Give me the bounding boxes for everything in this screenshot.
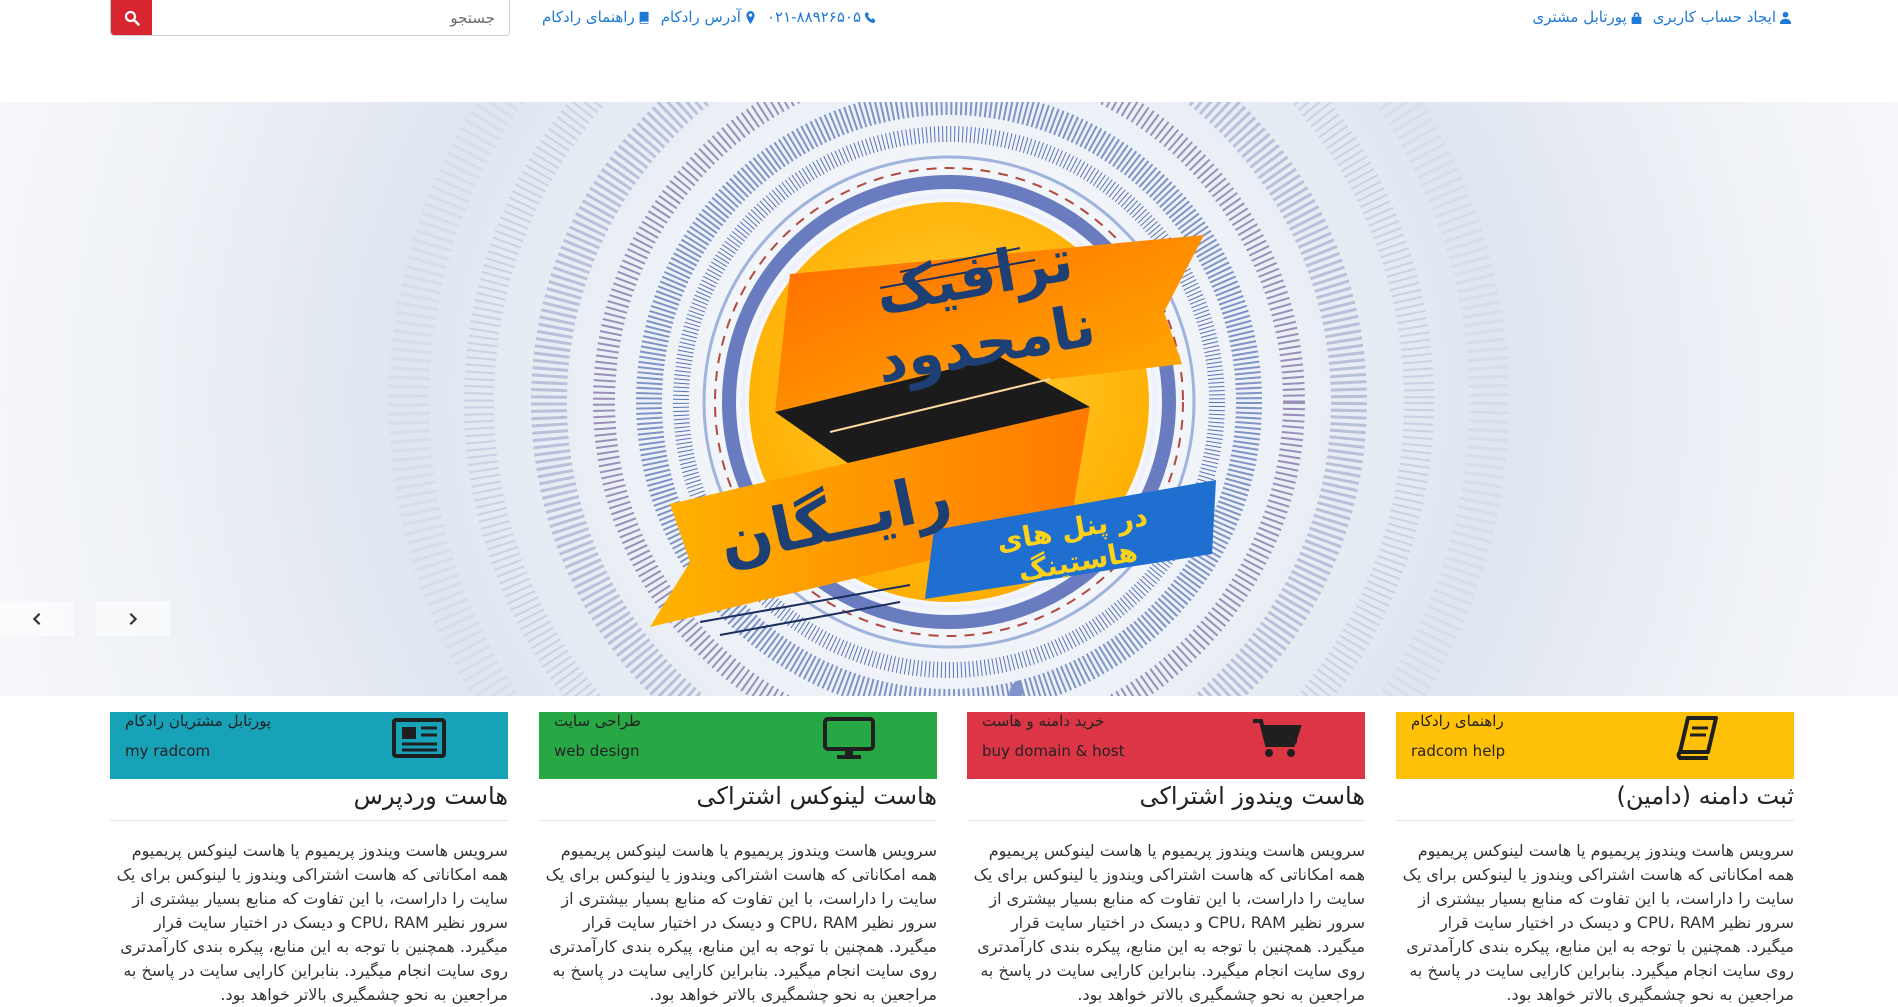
user-icon	[1779, 11, 1792, 24]
contact-links: راهنمای رادکام آدرس رادکام ۰۲۱-۸۸۹۲۶۵۰۵	[542, 8, 877, 26]
column-title: هاست ویندوز اشتراکی	[967, 776, 1365, 821]
chevron-right-icon	[129, 612, 138, 625]
book-icon	[1676, 716, 1718, 760]
account-links: پورتابل مشتری ایجاد حساب کاربری	[1533, 8, 1793, 26]
column-domain-registration: ثبت دامنه (دامین) سرویس هاست ویندوز پریم…	[1396, 776, 1794, 1007]
tile-title: طراحی سایت	[554, 712, 641, 730]
search-box	[110, 0, 510, 36]
tile-web-design[interactable]: طراحی سایت web design	[539, 712, 937, 779]
column-title: هاست لینوکس اشتراکی	[539, 776, 937, 821]
tile-title: راهنمای رادکام	[1411, 712, 1504, 730]
phone-icon	[864, 11, 876, 23]
map-marker-icon	[746, 10, 755, 24]
tile-subtitle: web design	[554, 742, 640, 760]
lock-icon	[1631, 11, 1642, 24]
tile-customer-portal[interactable]: پورتابل مشتریان رادکام my radcom	[110, 712, 508, 779]
tile-title: پورتابل مشتریان رادکام	[125, 712, 272, 730]
tile-buy-domain-host[interactable]: خرید دامنه و هاست buy domain & host	[967, 712, 1365, 779]
search-button[interactable]	[111, 0, 152, 35]
search-input[interactable]	[152, 0, 509, 35]
tile-subtitle: my radcom	[125, 742, 211, 760]
slider-next-button[interactable]	[96, 601, 170, 636]
create-account-label: ایجاد حساب کاربری	[1652, 8, 1776, 26]
slider-prev-button[interactable]	[0, 601, 74, 636]
chevron-left-icon	[32, 612, 41, 625]
hero-background	[389, 102, 1509, 696]
column-body: سرویس هاست ویندوز پریمیوم یا هاست لینوکس…	[116, 841, 508, 1004]
customer-portal-label: پورتابل مشتری	[1532, 8, 1627, 26]
column-linux-shared-host: هاست لینوکس اشتراکی سرویس هاست ویندوز پر…	[539, 776, 937, 1007]
column-wordpress-host: هاست وردپرس سرویس هاست ویندوز پریمیوم یا…	[110, 776, 508, 1007]
radcom-guide-link[interactable]: راهنمای رادکام	[542, 8, 651, 26]
customer-portal-link[interactable]: پورتابل مشتری	[1533, 8, 1643, 26]
search-icon	[124, 10, 140, 26]
tile-subtitle: radcom help	[1411, 742, 1506, 760]
hero-slider: ترافیک نامحدود رایــگان در پنل های هاستی…	[0, 102, 1898, 696]
create-account-link[interactable]: ایجاد حساب کاربری	[1653, 8, 1792, 26]
column-body: سرویس هاست ویندوز پریمیوم یا هاست لینوکس…	[1402, 841, 1794, 1004]
phone-label: ۰۲۱-۸۸۹۲۶۵۰۵	[766, 8, 862, 26]
newspaper-icon	[392, 718, 446, 758]
radcom-guide-label: راهنمای رادکام	[542, 8, 635, 26]
column-windows-shared-host: هاست ویندوز اشتراکی سرویس هاست ویندوز پر…	[967, 776, 1365, 1007]
book-icon	[639, 11, 649, 24]
radcom-address-link[interactable]: آدرس رادکام	[661, 8, 757, 26]
cart-icon	[1253, 719, 1302, 757]
column-title: هاست وردپرس	[110, 776, 508, 821]
column-title: ثبت دامنه (دامین)	[1396, 776, 1794, 821]
monitor-icon	[823, 717, 875, 759]
tile-radcom-help[interactable]: راهنمای رادکام radcom help	[1396, 712, 1794, 779]
column-body: سرویس هاست ویندوز پریمیوم یا هاست لینوکس…	[545, 841, 937, 1004]
tile-title: خرید دامنه و هاست	[982, 712, 1105, 730]
column-body: سرویس هاست ویندوز پریمیوم یا هاست لینوکس…	[973, 841, 1365, 1004]
top-bar: پورتابل مشتری ایجاد حساب کاربری راهنمای …	[0, 0, 1898, 102]
radcom-address-label: آدرس رادکام	[660, 8, 741, 26]
phone-link[interactable]: ۰۲۱-۸۸۹۲۶۵۰۵	[767, 8, 877, 26]
tile-subtitle: buy domain & host	[982, 742, 1125, 760]
